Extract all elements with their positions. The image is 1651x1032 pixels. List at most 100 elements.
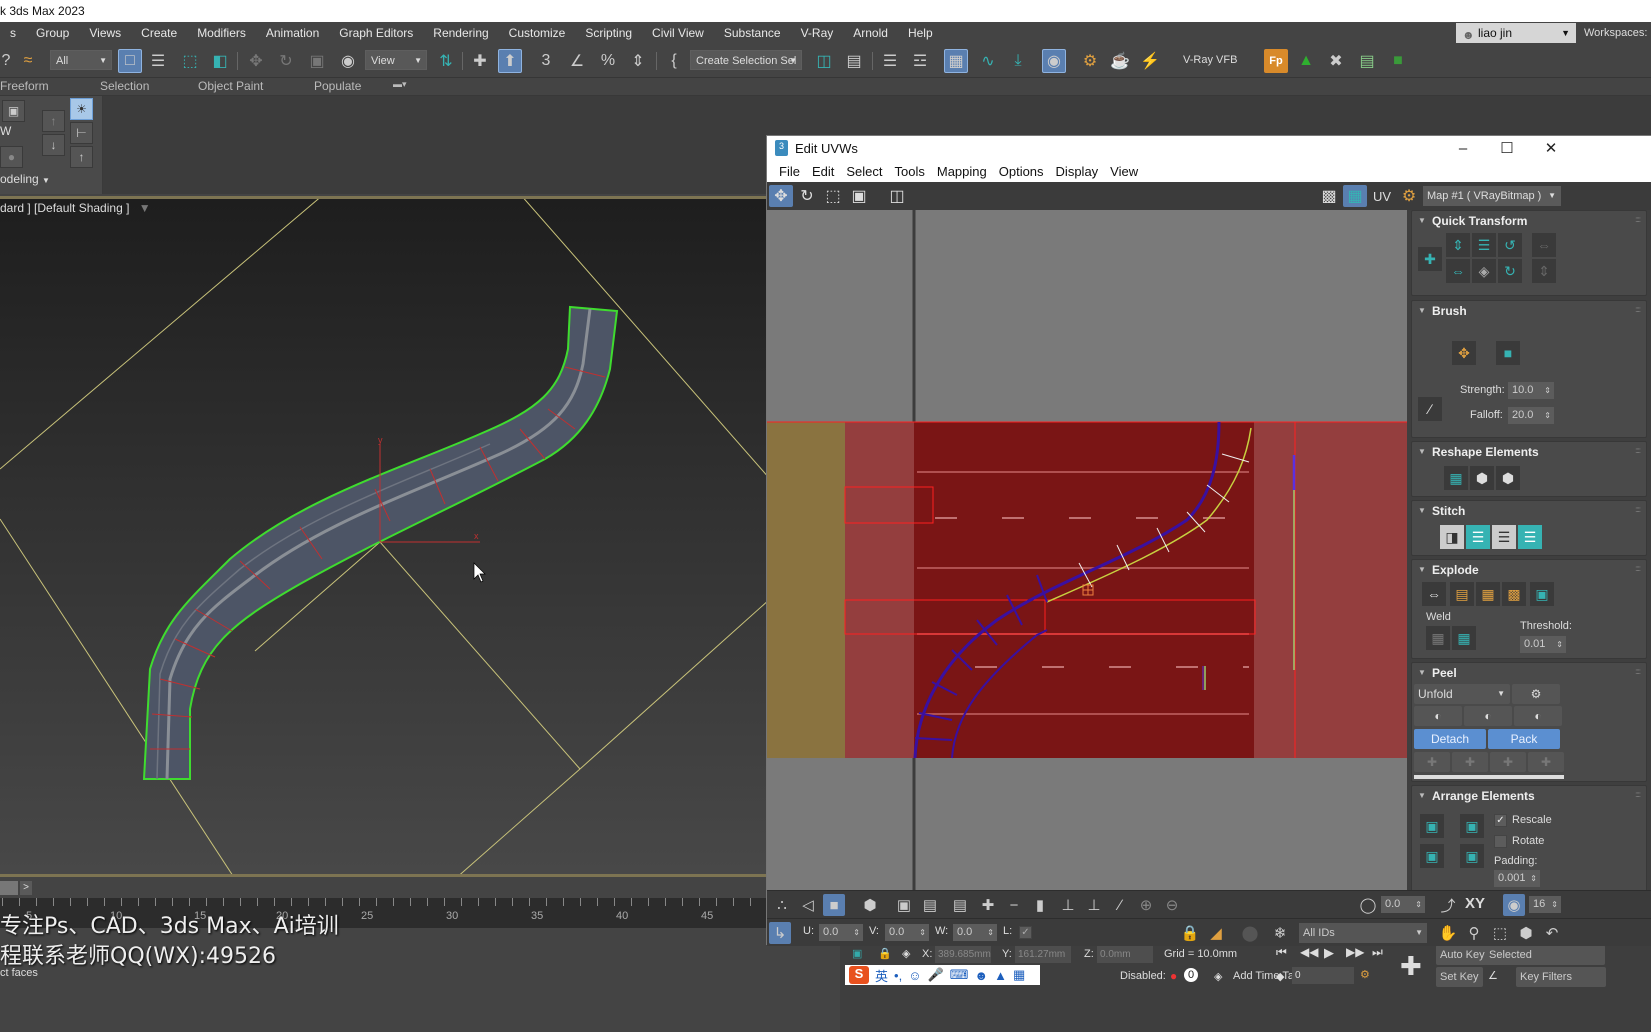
percent-snap-icon[interactable]: % — [596, 49, 620, 73]
spinner-arrows-icon[interactable]: ⇕ — [1530, 870, 1537, 887]
uv-scale-icon[interactable]: ⬚ — [821, 185, 845, 207]
drag-grip-icon[interactable]: :::: — [1635, 505, 1641, 514]
flatten-by-material-icon[interactable]: ▩ — [1502, 582, 1526, 606]
pin-icon[interactable]: ✚ — [1414, 752, 1450, 772]
set-key-big-icon[interactable]: ✚ — [1400, 951, 1422, 982]
move-up-list-icon[interactable]: ↑ — [42, 110, 65, 132]
next-frame-icon[interactable]: ▶▶ — [1346, 945, 1364, 959]
freeze-disabled-icon[interactable]: ⬤ — [1239, 922, 1261, 944]
set-key-button[interactable]: Set Key — [1436, 967, 1483, 987]
schematic-view-icon[interactable]: ⤓ — [1006, 49, 1030, 73]
stitch-title[interactable]: Stitch — [1432, 504, 1465, 518]
flatten-custom-icon[interactable]: ▣ — [1530, 582, 1554, 606]
shrink-brush-icon[interactable]: ⊖ — [1161, 894, 1183, 916]
lock-selection-icon[interactable]: 🔒 — [1179, 922, 1201, 944]
drag-grip-icon[interactable]: :::: — [1635, 215, 1641, 224]
stitch-to-average-icon[interactable]: ☰ — [1492, 525, 1516, 549]
vray-vfb-button[interactable]: V-Ray VFB — [1183, 54, 1237, 66]
select-rotate-icon[interactable]: ↻ — [274, 49, 298, 73]
menu-item-file-partial[interactable]: s — [0, 26, 26, 40]
render-production-icon[interactable]: ⚡ — [1138, 49, 1162, 73]
list-grid-icon[interactable]: ▤ — [1355, 49, 1379, 73]
menu-item-customize[interactable]: Customize — [499, 26, 576, 40]
tab-object-paint[interactable]: Object Paint — [198, 79, 263, 93]
grow-selection-icon[interactable]: ▣ — [893, 894, 915, 916]
auto-pin-icon[interactable]: ✚ — [1490, 752, 1526, 772]
ime-user-icon[interactable]: ☻ — [974, 968, 988, 983]
select-object-icon[interactable]: □ — [118, 49, 142, 73]
go-to-end-icon[interactable]: ⏭ — [1372, 945, 1383, 960]
uv-coordinate-toggle[interactable]: UV — [1370, 185, 1394, 207]
quick-transform-title[interactable]: Quick Transform — [1432, 214, 1527, 228]
drag-grip-icon[interactable]: :::: — [1635, 564, 1641, 573]
render-setup-icon[interactable]: ⚙ — [1078, 49, 1102, 73]
pan-icon[interactable]: ✋ — [1437, 922, 1459, 944]
flatten-by-polygon-angle-icon[interactable]: ▤ — [1450, 582, 1474, 606]
soft-selection-spinner[interactable]: 0.0 ⇕ — [1381, 896, 1425, 913]
reference-coordinate-dropdown[interactable]: View ▼ — [365, 50, 427, 70]
uv-menu-display[interactable]: Display — [1050, 164, 1105, 179]
brush-falloff-icon[interactable]: ∕ — [1418, 397, 1442, 421]
layer-explorer-icon[interactable]: ☲ — [908, 49, 932, 73]
maximize-button[interactable]: ☐ — [1485, 136, 1529, 161]
straighten-selection-icon[interactable]: ▦ — [1444, 466, 1468, 490]
space-horizontal-icon[interactable]: ⇔ — [1532, 233, 1556, 257]
previous-frame-icon[interactable]: ◀◀ — [1300, 945, 1318, 959]
menu-item-substance[interactable]: Substance — [714, 26, 791, 40]
curve-editor-icon[interactable]: ∿ — [976, 49, 1000, 73]
align-icon[interactable]: ▤ — [842, 49, 866, 73]
relax-brush-icon[interactable]: ■ — [1496, 341, 1520, 365]
unpin-icon[interactable]: ✚ — [1452, 752, 1488, 772]
stitch-custom-icon[interactable]: ◨ — [1440, 525, 1464, 549]
undo-view-icon[interactable]: ↶ — [1541, 922, 1563, 944]
arrange-elements-title[interactable]: Arrange Elements — [1432, 789, 1535, 803]
quick-peel-icon[interactable]: ◐ — [1414, 706, 1462, 726]
spinner-arrows-icon[interactable]: ⇕ — [1544, 382, 1551, 399]
key-set-dropdown[interactable]: Selected — [1485, 945, 1605, 965]
drag-grip-icon[interactable]: :::: — [1635, 446, 1641, 455]
ime-english-icon[interactable]: 英 — [875, 966, 888, 985]
paint-move-icon[interactable]: ✥ — [1452, 341, 1476, 365]
edit-named-selection-icon[interactable]: { — [662, 49, 686, 73]
pack-custom-icon[interactable]: ▣ — [1420, 814, 1444, 838]
collapse-icon[interactable]: ▼ — [1418, 216, 1426, 225]
collapse-icon[interactable]: ▼ — [1418, 306, 1426, 315]
select-place-icon[interactable]: ◉ — [336, 49, 360, 73]
spinner-arrows-icon[interactable]: ⇕ — [1556, 636, 1563, 653]
straighten-icon[interactable]: ◈ — [1472, 259, 1496, 283]
material-editor-icon[interactable]: ◉ — [1042, 49, 1066, 73]
collapse-icon[interactable]: ▼ — [1418, 506, 1426, 515]
zoom-icon[interactable]: ⚲ — [1463, 922, 1485, 944]
uv-menu-file[interactable]: File — [773, 164, 806, 179]
break-icon[interactable]: ⇔ — [1422, 582, 1446, 606]
select-by-name-icon[interactable]: ☰ — [146, 49, 170, 73]
l-checkbox[interactable]: ✓ — [1019, 926, 1032, 939]
enlarge-brush-icon[interactable]: ⊕ — [1135, 894, 1157, 916]
scene-explorer-icon[interactable]: ☰ — [878, 49, 902, 73]
time-slider-thumb[interactable] — [0, 881, 18, 895]
select-scale-icon[interactable]: ▣ — [305, 49, 329, 73]
ime-voice-icon[interactable]: 🎤 — [927, 967, 943, 983]
key-mode-icon[interactable]: ◆ — [1276, 970, 1284, 983]
uv-mirror-icon[interactable]: ◫ — [885, 185, 909, 207]
ime-emoji-icon[interactable]: ☺ — [908, 968, 921, 983]
polygon-mode-icon[interactable]: ■ — [823, 894, 845, 916]
minimize-button[interactable]: – — [1441, 136, 1485, 161]
falloff-space-toggle[interactable]: XY — [1465, 895, 1485, 912]
angle-snap-icon[interactable]: ∠ — [565, 49, 589, 73]
pack-button[interactable]: Pack — [1488, 729, 1560, 749]
stitch-to-source-icon[interactable]: ☰ — [1466, 525, 1490, 549]
space-vertical-icon[interactable]: ☰ — [1472, 233, 1496, 257]
rotate-cw-icon[interactable]: ↻ — [1498, 259, 1522, 283]
menu-item-arnold[interactable]: Arnold — [843, 26, 898, 40]
menu-item-scripting[interactable]: Scripting — [575, 26, 642, 40]
tab-populate[interactable]: Populate — [314, 79, 361, 93]
show-end-result-icon[interactable]: ↑ — [70, 146, 93, 168]
align-vertical-icon[interactable]: ⇔ — [1446, 259, 1470, 283]
uv-rotate-icon[interactable]: ↻ — [795, 185, 819, 207]
spinner-snap-icon[interactable]: ⇕ — [626, 49, 650, 73]
ring-icon[interactable]: ▮ — [1029, 894, 1051, 916]
relax-icon[interactable]: ⬢ — [1470, 466, 1494, 490]
spinner-arrows-icon[interactable]: ⇕ — [919, 924, 926, 941]
flatten-by-smoothing-icon[interactable]: ▦ — [1476, 582, 1500, 606]
